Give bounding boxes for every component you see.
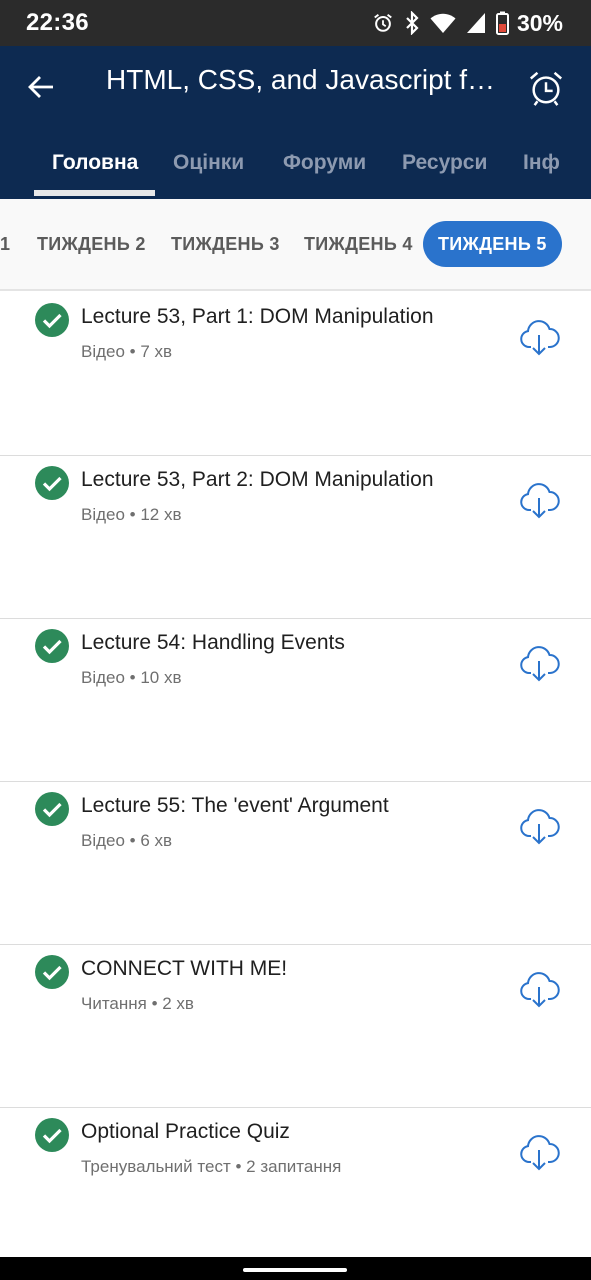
completed-check-icon <box>35 303 69 337</box>
reminder-button[interactable] <box>524 66 568 110</box>
bluetooth-icon <box>406 11 419 35</box>
lesson-title: Lecture 53, Part 2: DOM Manipulation <box>81 468 434 491</box>
lesson-meta: Відео • 12 хв <box>81 505 182 524</box>
lesson-list: Lecture 53, Part 1: DOM Manipulation Від… <box>0 293 591 1257</box>
lesson-item[interactable]: Lecture 55: The 'event' Argument Відео •… <box>0 782 591 945</box>
system-nav-bar <box>0 1257 591 1280</box>
arrow-left-icon <box>28 76 53 98</box>
cloud-download-icon[interactable] <box>518 481 560 523</box>
active-tab-indicator <box>34 190 155 196</box>
cloud-download-icon[interactable] <box>518 1133 560 1175</box>
lesson-meta: Відео • 10 хв <box>81 668 182 687</box>
cloud-download-icon[interactable] <box>518 318 560 360</box>
tab-grades[interactable]: Оцінки <box>173 151 244 175</box>
status-bar: 22:36 30% <box>0 0 591 46</box>
lesson-item[interactable]: Lecture 53, Part 2: DOM Manipulation Від… <box>0 456 591 619</box>
back-button[interactable] <box>22 68 60 106</box>
course-title: HTML, CSS, and Javascript for… <box>106 64 501 95</box>
lesson-item[interactable]: Optional Practice Quiz Тренувальний тест… <box>0 1108 591 1257</box>
tab-info[interactable]: Інф <box>523 151 560 175</box>
lesson-title: Optional Practice Quiz <box>81 1120 290 1143</box>
alarm-icon <box>374 13 392 32</box>
week-chip-5[interactable]: ТИЖДЕНЬ 5 <box>423 221 562 267</box>
tab-home[interactable]: Головна <box>52 151 138 175</box>
week-chip-2[interactable]: ТИЖДЕНЬ 2 <box>37 221 146 267</box>
battery-low-icon <box>495 11 509 35</box>
lesson-item[interactable]: Lecture 53, Part 1: DOM Manipulation Від… <box>0 293 591 456</box>
app-bar: HTML, CSS, and Javascript for… Головна О… <box>0 46 591 199</box>
home-gesture-handle[interactable] <box>243 1268 347 1272</box>
status-icons: 30% <box>372 8 563 38</box>
lesson-meta: Відео • 6 хв <box>81 831 173 850</box>
lesson-title: Lecture 55: The 'event' Argument <box>81 794 389 817</box>
lesson-title: CONNECT WITH ME! <box>81 957 288 980</box>
completed-check-icon <box>35 1118 69 1152</box>
status-time: 22:36 <box>26 9 89 36</box>
lesson-meta: Відео • 7 хв <box>81 342 173 361</box>
week-selector: 1 ТИЖДЕНЬ 2 ТИЖДЕНЬ 3 ТИЖДЕНЬ 4 ТИЖДЕНЬ … <box>0 199 591 291</box>
completed-check-icon <box>35 629 69 663</box>
lesson-item[interactable]: CONNECT WITH ME! Читання • 2 хв <box>0 945 591 1108</box>
cloud-download-icon[interactable] <box>518 644 560 686</box>
lesson-meta: Читання • 2 хв <box>81 994 194 1013</box>
tab-forums[interactable]: Форуми <box>283 151 366 175</box>
completed-check-icon <box>35 792 69 826</box>
week-chip-4[interactable]: ТИЖДЕНЬ 4 <box>304 221 413 267</box>
completed-check-icon <box>35 955 69 989</box>
completed-check-icon <box>35 466 69 500</box>
battery-percent: 30% <box>516 9 563 36</box>
wifi-icon <box>430 13 456 34</box>
tab-resources[interactable]: Ресурси <box>402 151 487 175</box>
alarm-clock-icon <box>529 71 563 106</box>
lesson-title: Lecture 53, Part 1: DOM Manipulation <box>81 305 434 328</box>
week-chip-1[interactable]: 1 <box>0 221 10 267</box>
cloud-download-icon[interactable] <box>518 807 560 849</box>
lesson-item[interactable]: Lecture 54: Handling Events Відео • 10 х… <box>0 619 591 782</box>
week-chip-3[interactable]: ТИЖДЕНЬ 3 <box>171 221 280 267</box>
lesson-title: Lecture 54: Handling Events <box>81 631 345 654</box>
section-tabs: Головна Оцінки Форуми Ресурси Інф <box>0 141 591 199</box>
cloud-download-icon[interactable] <box>518 970 560 1012</box>
signal-icon <box>466 13 485 33</box>
lesson-meta: Тренувальний тест • 2 запитання <box>81 1157 342 1176</box>
